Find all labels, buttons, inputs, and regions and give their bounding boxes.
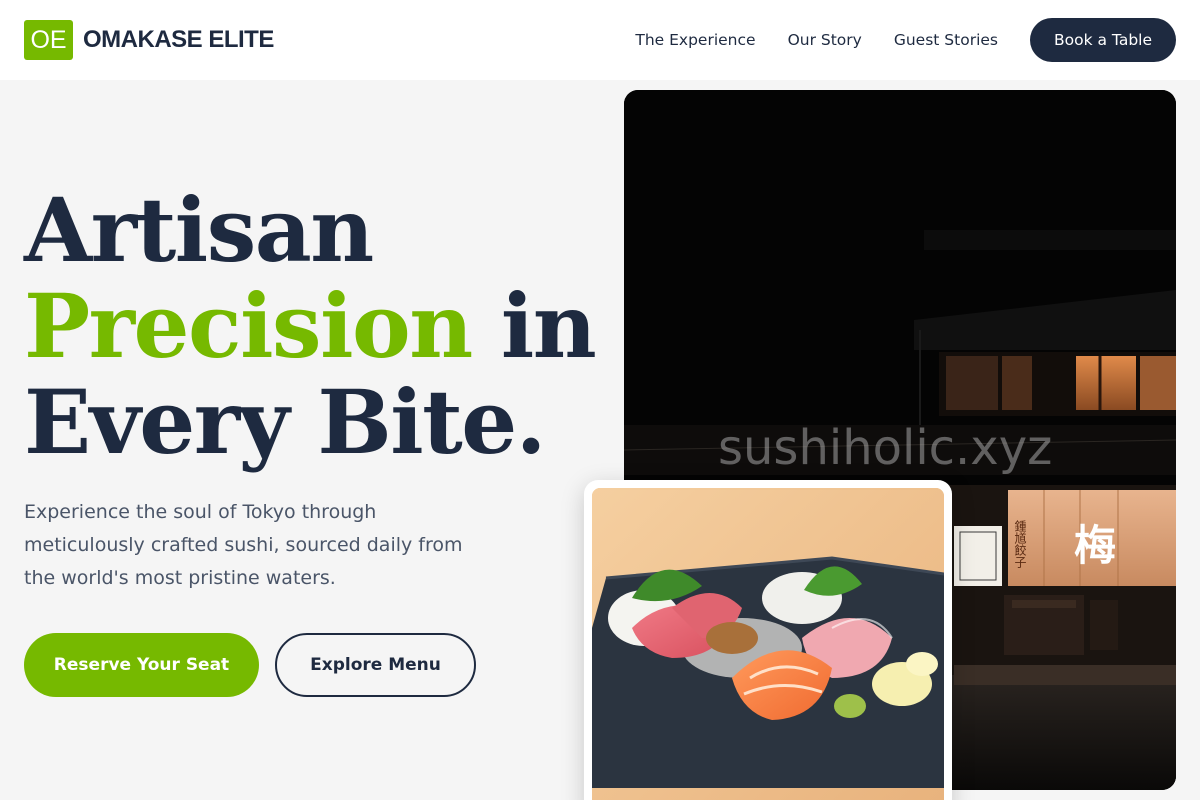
reserve-seat-button[interactable]: Reserve Your Seat (24, 633, 259, 697)
sashimi-photo-card (584, 480, 952, 800)
book-table-button[interactable]: Book a Table (1029, 18, 1176, 62)
logo-mark: OE (24, 20, 73, 60)
main-nav: The Experience Our Story Guest Stories B… (635, 18, 1176, 62)
nav-link-experience[interactable]: The Experience (635, 31, 755, 49)
headline-line-2-rest: in (471, 274, 597, 378)
site-header: OE OMAKASE ELITE The Experience Our Stor… (0, 0, 1200, 80)
headline-line-3: Every Bite. (24, 370, 546, 474)
nav-link-our-story[interactable]: Our Story (788, 31, 862, 49)
headline-line-1: Artisan (24, 178, 374, 282)
nav-link-guest-stories[interactable]: Guest Stories (894, 31, 998, 49)
hero-headline: Artisan Precision in Every Bite. (24, 182, 604, 470)
sashimi-photo (592, 488, 944, 800)
noren-sign-char: 梅 (1074, 521, 1116, 570)
headline-accent-word: Precision (24, 274, 473, 378)
brand-name: OMAKASE ELITE (83, 26, 274, 53)
explore-menu-button[interactable]: Explore Menu (275, 633, 476, 697)
noren-small-sign: 鍾馗餃子 (1013, 520, 1027, 568)
image-watermark: sushiholic.xyz (718, 420, 1052, 476)
headline-line-2: Precision in (24, 278, 604, 374)
hero-subtext: Experience the soul of Tokyo through met… (24, 501, 463, 589)
brand-logo[interactable]: OE OMAKASE ELITE (24, 20, 274, 60)
